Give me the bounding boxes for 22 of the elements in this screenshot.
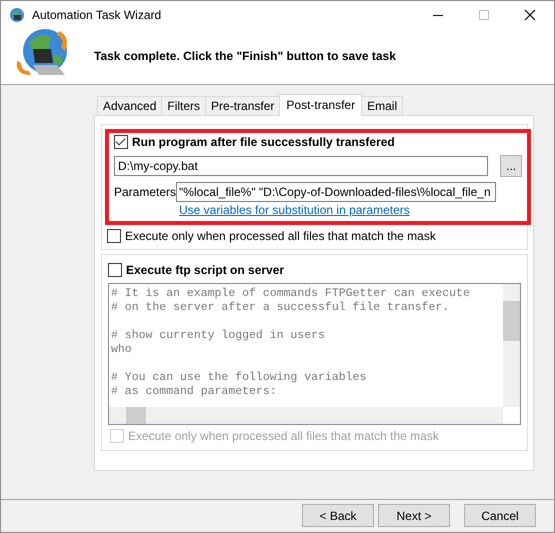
- wizard-button[interactable]: < Back: [302, 504, 374, 528]
- wizard-button[interactable]: Next >: [378, 504, 450, 528]
- globe-laptop-icon: [9, 6, 25, 23]
- ftp-script-checkbox[interactable]: Execute ftp script on server: [108, 262, 521, 277]
- parameters-field[interactable]: "%local_file%" "D:\Copy-of-Downloaded-files\%local_file_n: [176, 182, 496, 202]
- script-editor[interactable]: [108, 282, 521, 425]
- vertical-scrollbar[interactable]: [503, 284, 520, 407]
- tab[interactable]: Email: [361, 96, 404, 115]
- tab[interactable]: Advanced: [97, 96, 162, 115]
- window-title: Automation Task Wizard: [32, 8, 162, 22]
- program-path-field[interactable]: D:\my-copy.bat: [114, 156, 488, 176]
- execute-only-checkbox[interactable]: Execute only when processed all files that match the mask: [107, 228, 522, 243]
- tab[interactable]: Post-transfer: [279, 94, 362, 116]
- header-message: Task complete. Click the "Finish" button to save task: [94, 49, 396, 64]
- close-icon[interactable]: [524, 8, 536, 21]
- run-program-checkbox[interactable]: Run program after file successfully transfered: [114, 134, 522, 149]
- variables-link[interactable]: Use variables for substitution in parameters: [179, 202, 410, 217]
- parameters-label: Parameters: [114, 184, 176, 199]
- browse-button[interactable]: ...: [500, 154, 522, 177]
- horizontal-scrollbar[interactable]: [109, 406, 503, 424]
- wizard-button[interactable]: Cancel: [464, 504, 536, 528]
- script-text: # It is an example of commands FTPGetter can execute # on the server after a successful file transfer. # show currenty logged in users who # You can use the following variables # as command parameters:: [110, 286, 471, 400]
